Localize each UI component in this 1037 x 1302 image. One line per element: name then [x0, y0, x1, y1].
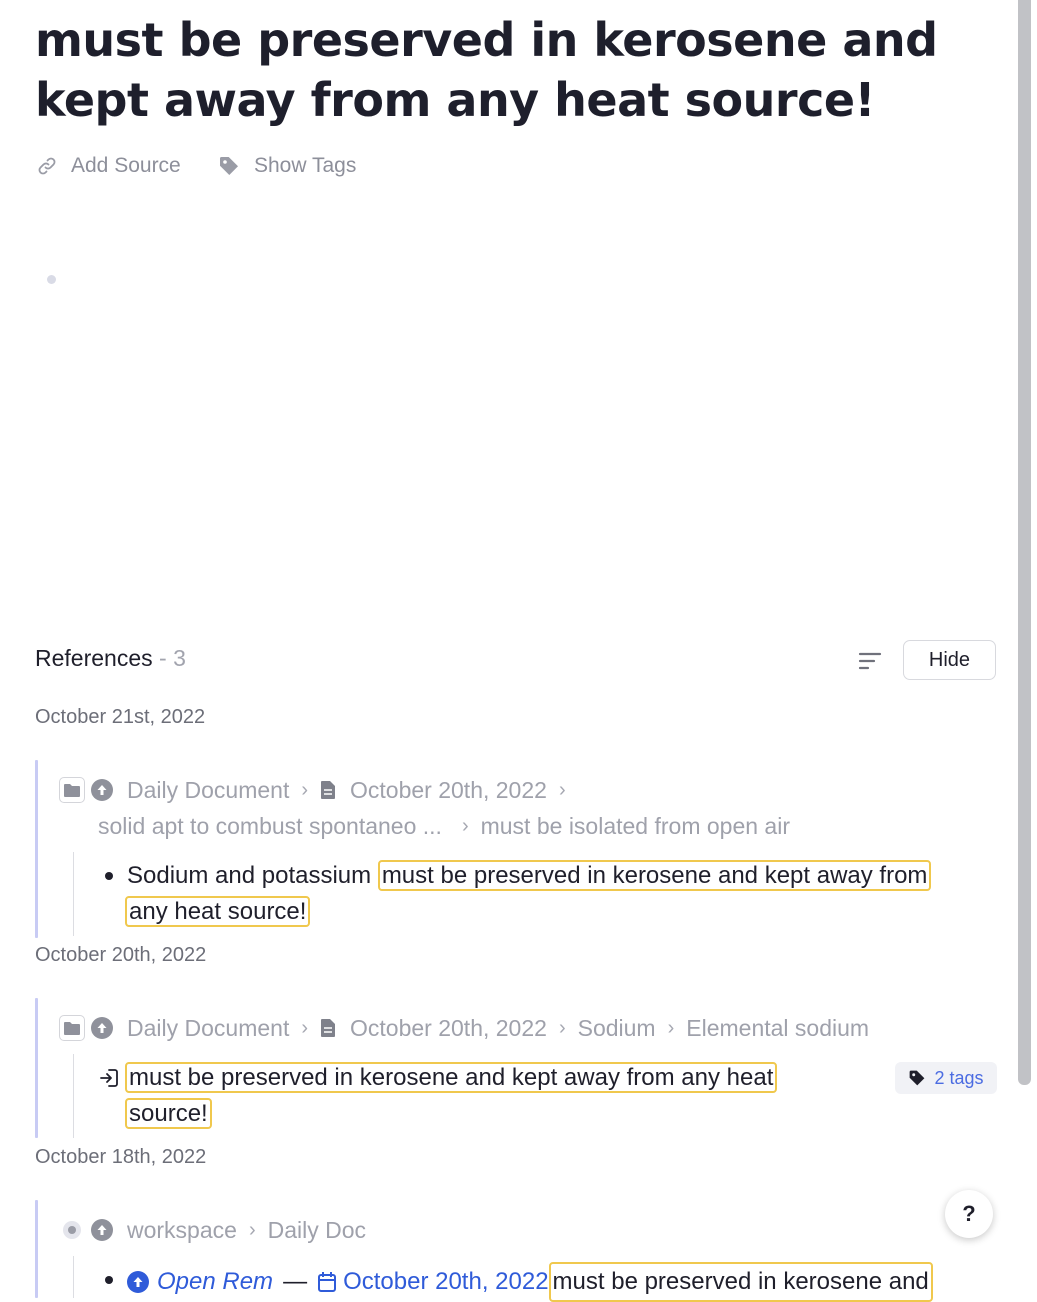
- hide-references-button[interactable]: Hide: [903, 640, 996, 680]
- reference-text[interactable]: Open Rem — October 20th, 2022 must be pre…: [127, 1262, 933, 1302]
- reference-bar: [35, 760, 38, 938]
- references-label: References: [35, 645, 153, 671]
- show-tags-button[interactable]: Show Tags: [218, 152, 356, 180]
- references-header: References - 3: [35, 645, 186, 672]
- calendar-icon: [318, 1272, 337, 1292]
- arrow-up-circle-icon[interactable]: [91, 779, 113, 801]
- tags-count: 2 tags: [934, 1067, 984, 1088]
- portal-icon[interactable]: [99, 1068, 119, 1088]
- arrow-up-circle-icon[interactable]: [127, 1271, 149, 1293]
- reference-bar: [35, 1200, 38, 1298]
- reference-text-cont[interactable]: source!: [125, 1096, 212, 1132]
- bullet[interactable]: [105, 1276, 113, 1284]
- breadcrumb-item[interactable]: workspace: [127, 1217, 237, 1244]
- reference-bar: [35, 998, 38, 1138]
- arrow-up-circle-icon[interactable]: [91, 1017, 113, 1039]
- reference-highlight[interactable]: source!: [125, 1098, 212, 1129]
- breadcrumb-item[interactable]: solid apt to combust spontaneo ...: [98, 813, 442, 840]
- breadcrumb: solid apt to combust spontaneo ... › mus…: [98, 812, 790, 840]
- thread-line: [73, 1256, 74, 1298]
- reference-text[interactable]: must be preserved in kerosene and kept a…: [125, 1060, 778, 1096]
- reference-text[interactable]: Sodium and potassium must be preserved i…: [127, 858, 932, 894]
- breadcrumb: Daily Document › October 20th, 2022 › So…: [59, 1013, 869, 1043]
- bullet[interactable]: [105, 872, 113, 880]
- add-source-button[interactable]: Add Source: [37, 152, 181, 180]
- thread-line: [73, 852, 74, 936]
- link-icon: [38, 157, 56, 175]
- scrollbar-thumb[interactable]: [1018, 0, 1031, 1085]
- breadcrumb-item[interactable]: must be isolated from open air: [481, 813, 790, 840]
- breadcrumb: workspace › Daily Doc: [63, 1215, 366, 1245]
- help-button[interactable]: ?: [945, 1190, 993, 1238]
- reference-text-cont[interactable]: any heat source!: [125, 894, 311, 930]
- references-count: - 3: [159, 645, 186, 671]
- document-icon: [320, 1018, 336, 1038]
- breadcrumb-item[interactable]: Daily Doc: [268, 1217, 366, 1244]
- breadcrumb-item[interactable]: October 20th, 2022: [350, 1015, 547, 1042]
- reference-date: October 20th, 2022: [35, 944, 207, 966]
- reference-highlight[interactable]: must be preserved in kerosene and kept a…: [125, 1062, 778, 1093]
- breadcrumb: Daily Document › October 20th, 2022 ›: [59, 775, 578, 805]
- collapsed-bullet-icon[interactable]: [63, 1221, 81, 1239]
- open-rem-link[interactable]: Open Rem: [157, 1264, 273, 1300]
- breadcrumb-item[interactable]: Daily Document: [127, 777, 289, 804]
- show-tags-label: Show Tags: [254, 154, 357, 177]
- reference-date: October 18th, 2022: [35, 1146, 207, 1168]
- empty-bullet[interactable]: [47, 275, 56, 284]
- arrow-up-circle-icon[interactable]: [91, 1219, 113, 1241]
- date-link[interactable]: October 20th, 2022: [343, 1264, 548, 1300]
- em-dash: —: [283, 1268, 308, 1295]
- sort-icon[interactable]: [857, 650, 883, 672]
- breadcrumb-item[interactable]: Sodium: [578, 1015, 656, 1042]
- document-icon: [320, 780, 336, 800]
- reference-date: October 21st, 2022: [35, 706, 206, 728]
- thread-line: [73, 1054, 74, 1138]
- reference-highlight[interactable]: must be preserved in kerosene and: [548, 1262, 933, 1302]
- reference-prefix: Sodium and potassium: [127, 862, 378, 889]
- folder-icon[interactable]: [59, 1015, 85, 1041]
- breadcrumb-item[interactable]: October 20th, 2022: [350, 777, 547, 804]
- reference-highlight[interactable]: any heat source!: [125, 896, 311, 927]
- folder-icon[interactable]: [59, 777, 85, 803]
- page-title[interactable]: must be preserved in kerosene and kept a…: [35, 10, 1005, 130]
- add-source-label: Add Source: [71, 154, 181, 177]
- tags-chip[interactable]: 2 tags: [895, 1062, 997, 1094]
- breadcrumb-item[interactable]: Daily Document: [127, 1015, 289, 1042]
- tag-icon: [220, 157, 238, 175]
- reference-highlight[interactable]: must be preserved in kerosene and kept a…: [377, 860, 932, 891]
- tag-icon: [910, 1070, 925, 1086]
- breadcrumb-item[interactable]: Elemental sodium: [686, 1015, 869, 1042]
